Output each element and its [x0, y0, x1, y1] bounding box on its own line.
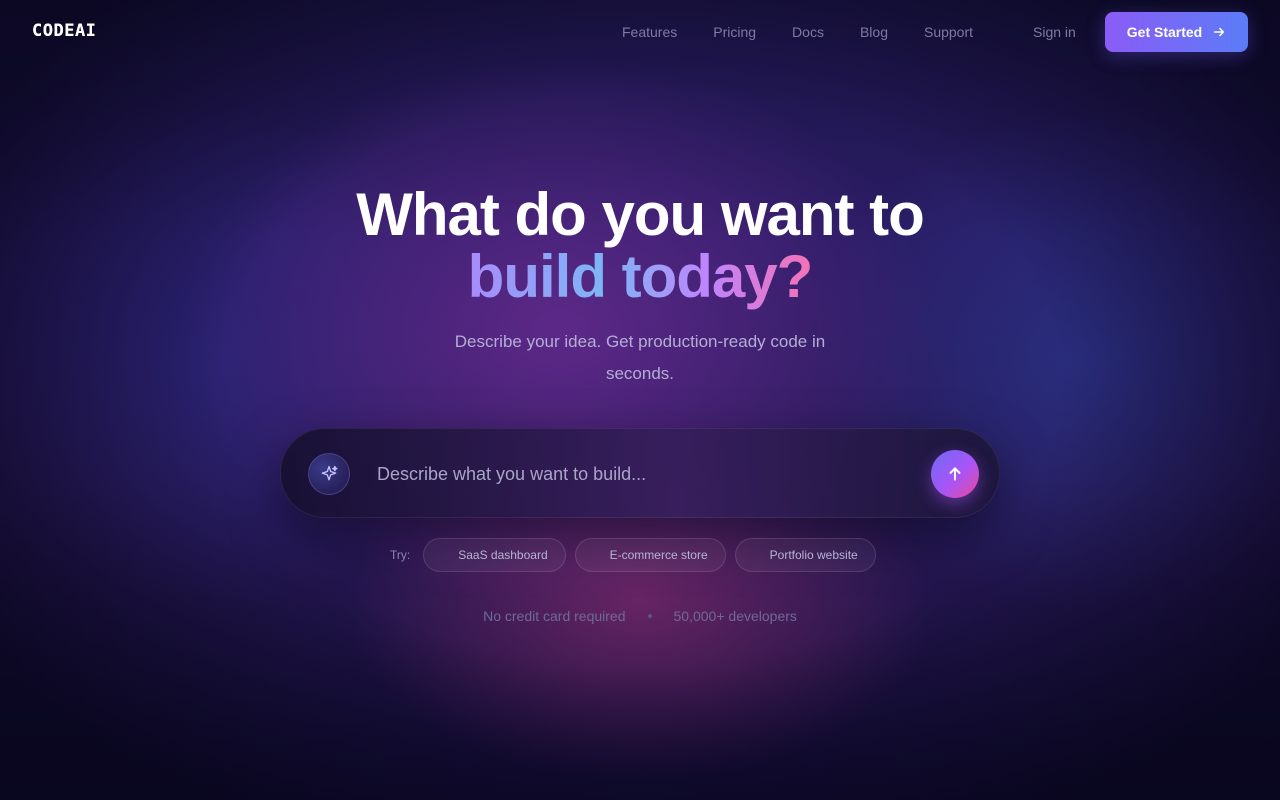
- no-credit-card-text: No credit card required: [483, 608, 626, 624]
- get-started-label: Get Started: [1126, 24, 1203, 40]
- brand-logo[interactable]: CODEAI: [32, 21, 96, 41]
- nav-link-docs[interactable]: Docs: [774, 22, 842, 42]
- nav-links: Features Pricing Docs Blog Support: [604, 22, 991, 42]
- top-nav: CODEAI Features Pricing Docs Blog Suppor…: [0, 0, 1280, 64]
- nav-link-blog[interactable]: Blog: [842, 22, 906, 42]
- nav-link-support[interactable]: Support: [906, 22, 991, 42]
- nav-link-features[interactable]: Features: [604, 22, 695, 42]
- sign-in-link[interactable]: Sign in: [1015, 22, 1094, 42]
- arrow-right-icon: [1214, 27, 1225, 37]
- hero-title: What do you want to build today?: [0, 184, 1280, 308]
- try-label: Try:: [390, 548, 411, 562]
- hero-title-line1: What do you want to: [356, 181, 925, 248]
- send-button[interactable]: [931, 450, 979, 498]
- suggestion-chip-ecommerce[interactable]: E-commerce store: [574, 538, 726, 572]
- sparkles-icon: [321, 465, 338, 481]
- suggestion-chip-portfolio[interactable]: Portfolio website: [734, 538, 876, 572]
- arrow-up-icon: [949, 467, 961, 481]
- get-started-button[interactable]: Get Started: [1105, 12, 1248, 52]
- nav-link-pricing[interactable]: Pricing: [695, 22, 774, 42]
- hero-title-line2: build today?: [467, 243, 814, 310]
- developer-count-text: 50,000+ developers: [673, 608, 797, 624]
- sparkles-button[interactable]: [308, 453, 350, 495]
- separator-dot: [647, 614, 652, 618]
- prompt-bar: [280, 428, 1000, 518]
- background-vignette: [0, 0, 1280, 800]
- hero-subtitle: Describe your idea. Get production-ready…: [454, 332, 826, 383]
- prompt-input[interactable]: [377, 459, 917, 489]
- suggestion-chip-saas[interactable]: SaaS dashboard: [423, 538, 566, 572]
- trust-footnote: No credit card required 50,000+ develope…: [0, 606, 1280, 626]
- suggestion-row: Try: SaaS dashboard E-commerce store Por…: [390, 538, 876, 572]
